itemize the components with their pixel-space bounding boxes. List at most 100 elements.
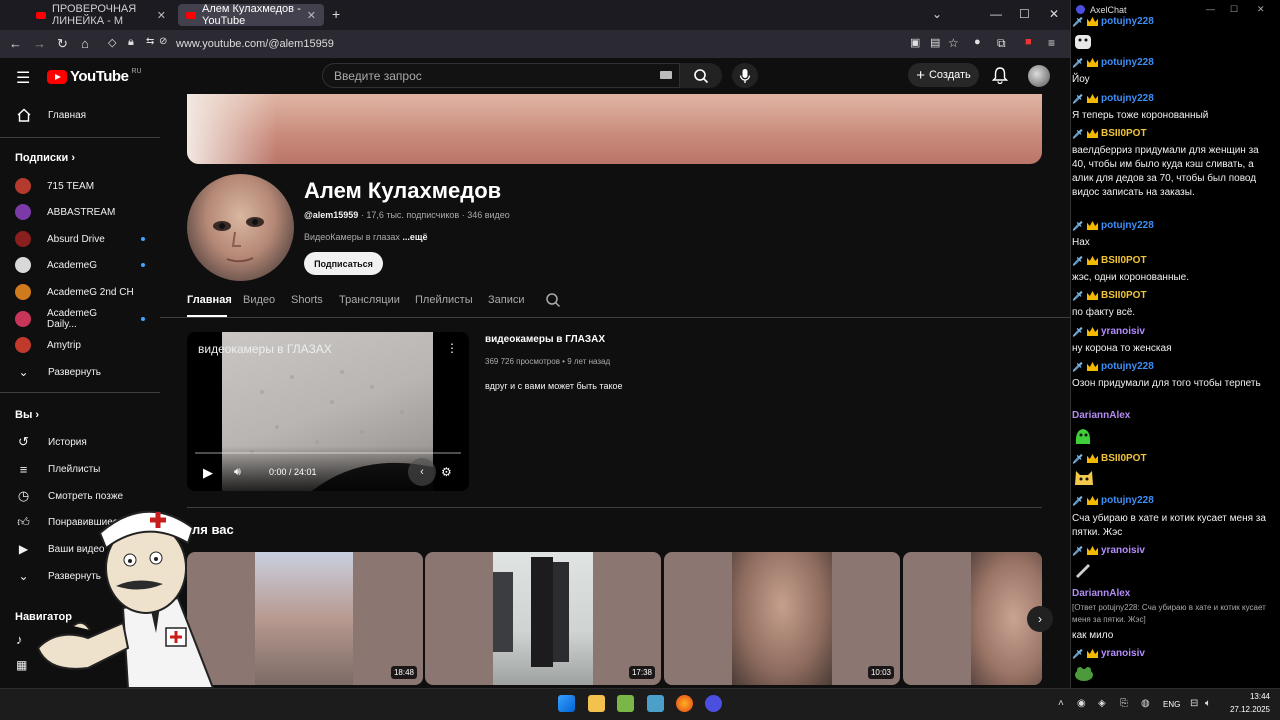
chevron-left-icon[interactable]: ‹ bbox=[408, 458, 436, 486]
close-icon[interactable]: ✕ bbox=[157, 9, 166, 22]
player-time: 0:00 / 24:01 bbox=[269, 467, 317, 477]
tab-posts[interactable]: Записи bbox=[488, 294, 525, 306]
volume-icon[interactable]: 🔊︎ bbox=[234, 466, 241, 479]
subscribe-button[interactable]: Подписаться bbox=[304, 252, 383, 275]
home-icon[interactable]: ⌂ bbox=[81, 36, 89, 51]
bookmark-star-icon[interactable]: ☆ bbox=[948, 36, 959, 50]
tab-home[interactable]: Главная bbox=[187, 294, 232, 306]
extension-icon[interactable]: ● bbox=[974, 36, 981, 48]
youtube-logo[interactable]: YouTube RU bbox=[47, 68, 142, 85]
tab-shorts[interactable]: Shorts bbox=[291, 294, 323, 306]
chat-username: 🗡︎ yranoisiv bbox=[1072, 545, 1145, 556]
frog-emote-icon bbox=[1073, 664, 1095, 687]
reload-icon[interactable]: ↻ bbox=[57, 36, 68, 52]
logo-region: RU bbox=[131, 68, 142, 75]
sidebar-item-channel[interactable]: Amytrip bbox=[15, 336, 145, 354]
create-button[interactable]: + Создать bbox=[908, 63, 979, 87]
sidebar-item-history[interactable]: ↺ История bbox=[15, 433, 145, 451]
hamburger-menu-icon[interactable]: ☰ bbox=[16, 68, 30, 88]
notifications-bell-icon[interactable] bbox=[991, 66, 1009, 89]
carousel-next-button[interactable]: › bbox=[1027, 606, 1053, 632]
video-thumbnail[interactable]: 17:38 bbox=[425, 552, 661, 685]
sidebar-item-home[interactable]: Главная bbox=[15, 106, 145, 124]
video-thumbnail[interactable] bbox=[903, 552, 1042, 685]
sidebar-item-channel[interactable]: AcademeG Daily... bbox=[15, 308, 145, 330]
steam-icon[interactable]: ◉ bbox=[1077, 698, 1086, 709]
featured-video-title[interactable]: видеокамеры в ГЛАЗАХ bbox=[485, 334, 605, 345]
account-avatar[interactable] bbox=[1028, 65, 1050, 87]
tray-chevron-icon[interactable]: ˄ bbox=[1058, 698, 1064, 709]
sidebar-item-channel[interactable]: AcademeG bbox=[15, 256, 145, 274]
channel-search-icon[interactable] bbox=[545, 292, 561, 313]
sidebar-item-channel[interactable]: Absurd Drive bbox=[15, 230, 145, 248]
clock-time[interactable]: 13:44 bbox=[1238, 692, 1270, 701]
network-icon[interactable]: ⊟ bbox=[1190, 698, 1198, 709]
video-thumbnail[interactable]: 10:03 bbox=[664, 552, 900, 685]
minimize-icon[interactable]: — bbox=[1206, 4, 1215, 14]
window-close-icon[interactable]: ✕ bbox=[1257, 4, 1265, 15]
chevron-right-icon: › bbox=[71, 152, 75, 164]
firefox-icon[interactable] bbox=[676, 695, 693, 712]
maximize-icon[interactable]: ☐ bbox=[1019, 7, 1030, 21]
forward-icon[interactable]: → bbox=[33, 36, 46, 51]
music-icon[interactable]: ♪ bbox=[16, 632, 23, 647]
language-indicator[interactable]: ENG bbox=[1163, 700, 1180, 709]
sidebar-item-channel[interactable]: 715 TEAM bbox=[15, 177, 145, 195]
sidebar-item-playlists[interactable]: ≡ Плейлисты bbox=[15, 460, 145, 478]
back-icon[interactable]: ← bbox=[9, 36, 22, 51]
menu-icon[interactable]: ≡ bbox=[1048, 36, 1055, 50]
axelchat-icon[interactable] bbox=[705, 695, 722, 712]
settings-gear-icon[interactable]: ⚙ bbox=[441, 465, 452, 479]
you-header[interactable]: Вы › bbox=[15, 409, 39, 421]
sidebar-item-channel[interactable]: ABBASTREAM bbox=[15, 203, 145, 221]
browser-tab-active[interactable]: Алем Кулахмедов - YouTube ✕ bbox=[178, 3, 324, 27]
tab-playlists[interactable]: Плейлисты bbox=[415, 294, 473, 306]
tab-list-chevron-icon[interactable]: ⌄ bbox=[932, 7, 942, 21]
usb-icon[interactable]: ⎘ bbox=[1120, 698, 1128, 709]
sidebar-item-label: История bbox=[48, 436, 87, 448]
shield-icon[interactable]: ◇ bbox=[108, 36, 116, 49]
start-windows-icon[interactable] bbox=[558, 695, 575, 712]
tray-app-icon[interactable]: ◈ bbox=[1098, 698, 1106, 709]
clock-date[interactable]: 27.12.2025 bbox=[1226, 705, 1270, 714]
tab-streams[interactable]: Трансляции bbox=[339, 294, 400, 306]
more-options-icon[interactable]: ⋮ bbox=[446, 341, 458, 355]
new-tab-icon[interactable]: + bbox=[332, 6, 340, 22]
speaker-icon[interactable]: 🔈︎ bbox=[1205, 698, 1211, 709]
subscriptions-header[interactable]: Подписки › bbox=[15, 152, 75, 164]
permissions-icon[interactable]: ⇆ bbox=[146, 36, 154, 47]
play-icon[interactable]: ▶ bbox=[203, 465, 213, 481]
film-icon[interactable]: ▦ bbox=[16, 658, 27, 672]
notes-icon[interactable] bbox=[647, 695, 664, 712]
extensions-puzzle-icon[interactable]: ⧉ bbox=[997, 36, 1006, 51]
maximize-icon[interactable]: ☐ bbox=[1230, 4, 1238, 15]
progress-bar[interactable] bbox=[195, 452, 461, 454]
channel-description[interactable]: ВидеоКамеры в глазах ...ещё bbox=[304, 232, 427, 242]
more-link[interactable]: ...ещё bbox=[402, 232, 427, 242]
sidebar-item-label: Плейлисты bbox=[48, 463, 101, 475]
lock-icon[interactable]: 🔒︎ bbox=[128, 36, 134, 49]
channel-handle: @alem15959 bbox=[304, 210, 359, 220]
reader-icon[interactable]: ▣ bbox=[910, 36, 920, 49]
channel-name: Amytrip bbox=[47, 339, 81, 351]
search-button[interactable] bbox=[680, 63, 722, 88]
sidebar-item-channel[interactable]: AcademeG 2nd CH bbox=[15, 283, 145, 301]
screenshot-icon[interactable]: ▤ bbox=[930, 36, 940, 49]
search-input[interactable]: Введите запрос bbox=[322, 63, 680, 88]
extension-badge-icon[interactable]: ■ bbox=[1025, 36, 1032, 48]
close-icon[interactable]: ✕ bbox=[307, 9, 316, 22]
player-overlay-title[interactable]: видеокамеры в ГЛАЗАХ bbox=[198, 342, 332, 356]
url-bar[interactable]: www.youtube.com/@alem15959 bbox=[176, 38, 334, 50]
app-icon[interactable] bbox=[617, 695, 634, 712]
channel-avatar[interactable] bbox=[187, 174, 294, 281]
tray-shield-icon[interactable]: ◍ bbox=[1141, 698, 1150, 709]
window-close-icon[interactable]: ✕ bbox=[1049, 7, 1059, 21]
tab-videos[interactable]: Видео bbox=[243, 294, 275, 306]
browser-tab[interactable]: ПРОВЕРОЧНАЯ ЛИНЕЙКА - M ✕ bbox=[28, 3, 174, 27]
keyboard-icon[interactable] bbox=[660, 71, 672, 79]
minimize-icon[interactable]: — bbox=[990, 7, 1002, 21]
tracking-icon[interactable]: ⊘ bbox=[159, 36, 167, 47]
file-explorer-icon[interactable] bbox=[588, 695, 605, 712]
voice-search-button[interactable] bbox=[732, 63, 758, 88]
sidebar-expand-subscriptions[interactable]: ⌄ Развернуть bbox=[15, 363, 145, 381]
